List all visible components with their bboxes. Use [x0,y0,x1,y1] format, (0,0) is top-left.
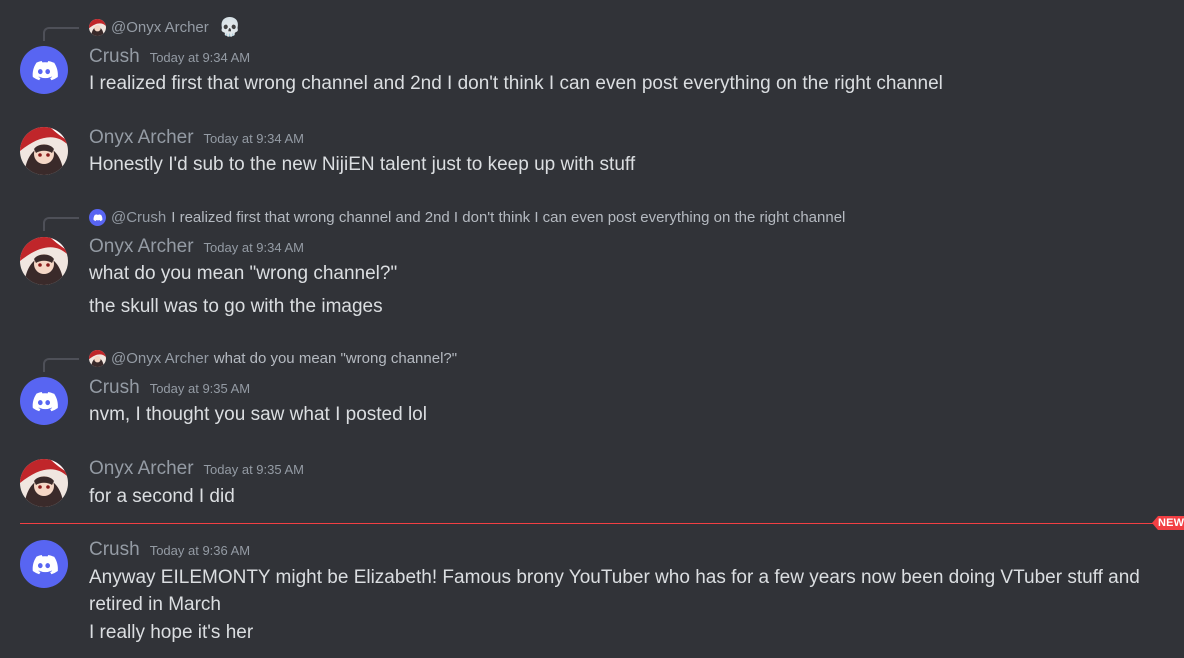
message-text: for a second I did [89,486,235,507]
reply-username[interactable]: @Onyx Archer [111,19,209,36]
avatar[interactable] [20,377,68,425]
reply-reference[interactable]: @Onyx Archer 💀 [89,17,241,37]
message-text: I really hope it's her [89,622,254,643]
discord-logo-icon [20,377,68,425]
timestamp[interactable]: Today at 9:34 AM [204,240,304,255]
reply-avatar [89,208,106,226]
reply-spine [43,358,79,372]
new-messages-badge: NEW [1152,516,1184,530]
reply-preview-text[interactable]: what do you mean "wrong channel?" [214,350,457,367]
anime-avatar [20,127,68,175]
reply-reference[interactable]: @Crush I realized first that wrong chann… [89,207,845,227]
message-text: retired in March [89,594,221,615]
username[interactable]: Crush [89,377,140,399]
reply-username[interactable]: @Crush [111,209,166,226]
message-header: Onyx Archer Today at 9:34 AM [89,236,304,260]
message-text: Anyway EILEMONTY might be Elizabeth! Fam… [89,567,1140,588]
reply-avatar [89,349,106,367]
message-header: Crush Today at 9:36 AM [89,539,250,563]
message-header: Onyx Archer Today at 9:35 AM [89,458,304,482]
avatar[interactable] [20,540,68,588]
timestamp[interactable]: Today at 9:34 AM [150,50,250,65]
discord-logo-icon [20,540,68,588]
reply-spine [43,217,79,231]
reply-avatar [89,18,106,36]
username[interactable]: Onyx Archer [89,127,194,149]
message-text: what do you mean "wrong channel?" [89,263,398,284]
message-text: the skull was to go with the images [89,296,383,317]
username[interactable]: Onyx Archer [89,236,194,258]
timestamp[interactable]: Today at 9:36 AM [150,543,250,558]
username[interactable]: Crush [89,46,140,68]
message-header: Onyx Archer Today at 9:34 AM [89,127,304,151]
timestamp[interactable]: Today at 9:35 AM [204,462,304,477]
message-text: I realized first that wrong channel and … [89,73,943,94]
timestamp[interactable]: Today at 9:34 AM [204,131,304,146]
message-header: Crush Today at 9:34 AM [89,46,250,70]
anime-avatar [20,237,68,285]
reply-reference[interactable]: @Onyx Archer what do you mean "wrong cha… [89,348,457,368]
avatar[interactable] [20,46,68,94]
username[interactable]: Onyx Archer [89,458,194,480]
skull-icon: 💀 [218,17,242,37]
message-text: nvm, I thought you saw what I posted lol [89,404,427,425]
discord-logo-icon [20,46,68,94]
message-text: Honestly I'd sub to the new NijiEN talen… [89,154,636,175]
reply-spine [43,27,79,41]
reply-username[interactable]: @Onyx Archer [111,350,209,367]
new-messages-divider [20,523,1156,524]
message-header: Crush Today at 9:35 AM [89,377,250,401]
avatar[interactable] [20,237,68,285]
avatar[interactable] [20,127,68,175]
anime-avatar [20,459,68,507]
username[interactable]: Crush [89,539,140,561]
timestamp[interactable]: Today at 9:35 AM [150,381,250,396]
reply-preview-text[interactable]: I realized first that wrong channel and … [171,209,845,226]
avatar[interactable] [20,459,68,507]
